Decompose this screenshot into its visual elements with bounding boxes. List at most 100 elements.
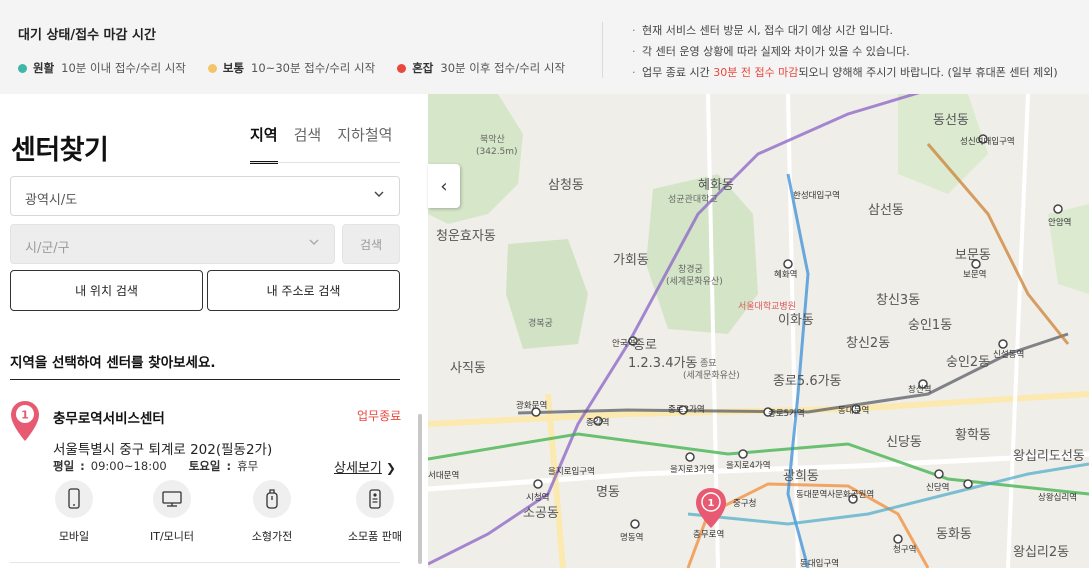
map-label: 종로5.6가동 — [773, 374, 842, 389]
tab-subway[interactable]: 지하철역 — [337, 124, 392, 164]
wait-status-bar: 대기 상태/접수 마감 시간 원활 10분 이내 접수/수리 시작 보통 10~… — [0, 0, 1089, 94]
station-label: 중구청 — [733, 499, 756, 509]
search-button[interactable]: 검색 — [342, 224, 400, 264]
map-label: 삼선동 — [868, 203, 904, 218]
search-tabs: 지역 검색 지하철역 — [250, 124, 408, 164]
map-label: 숭인2동 — [946, 355, 990, 370]
weekday-hours-value: 09:00~18:00 — [90, 459, 167, 473]
map-canvas: 삼청동 혜화동 삼선동 동선동 청운효자동 가회동 이화동 창신3동 숭인1동 … — [428, 94, 1089, 568]
map-label: 1.2.3.4가동 — [628, 356, 697, 371]
wait-status-legend: 원활 10분 이내 접수/수리 시작 보통 10~30분 접수/수리 시작 혼잡… — [18, 60, 587, 76]
station-label: 시청역 — [526, 492, 549, 503]
map-label: 소공동 — [523, 506, 559, 521]
status-badge: 업무종료 — [357, 409, 402, 423]
map-label: 서울대학교병원 — [738, 301, 796, 312]
divider — [10, 379, 400, 380]
smooth-status-dot — [18, 63, 27, 73]
map-label: 이화동 — [778, 313, 814, 328]
region-select[interactable]: 광역시/도 — [10, 176, 400, 216]
map-label: 왕십리2동 — [1013, 545, 1069, 560]
map-label: 청운효자동 — [436, 229, 496, 244]
legend-smooth: 원활 10분 이내 접수/수리 시작 — [18, 60, 186, 76]
map-label: 광희동 — [783, 469, 819, 484]
map-label: (세계문화유산) — [666, 275, 723, 287]
station-label: 상왕십리역 — [1038, 492, 1077, 503]
collapse-panel-button[interactable]: ‹ — [428, 164, 460, 208]
map-label: 가회동 — [613, 253, 649, 268]
station-label: 을지로입구역 — [548, 466, 595, 477]
page-title: 센터찾기 — [11, 135, 109, 166]
city-select[interactable]: 시/군/구 — [10, 224, 335, 264]
station-label: 보문역 — [963, 269, 986, 280]
tab-region[interactable]: 지역 — [250, 124, 278, 164]
divider — [602, 22, 603, 78]
station-label: 종로5가역 — [768, 408, 805, 419]
busy-status-dot — [397, 63, 407, 73]
chevron-down-icon — [308, 236, 320, 251]
chevron-right-icon: ❯ — [385, 461, 396, 475]
center-finder-panel: 센터찾기 지역 검색 지하철역 광역시/도 시/군/구 검색 내 위치 검색 내… — [0, 94, 428, 568]
map-label: 창경궁 — [678, 263, 703, 275]
scrollbar[interactable] — [418, 414, 422, 564]
map-label: 사직동 — [450, 361, 486, 376]
station-label: 창신역 — [908, 384, 931, 395]
legend-busy: 혼잡 30분 이후 접수/수리 시작 — [397, 60, 565, 76]
map-label: 황학동 — [955, 428, 991, 443]
my-location-button[interactable]: 내 위치 검색 — [10, 270, 203, 311]
map-label: 창신2동 — [846, 336, 890, 351]
wait-status-title: 대기 상태/접수 마감 시간 — [18, 28, 156, 43]
map-label: 동선동 — [933, 113, 969, 128]
map-view[interactable]: 삼청동 혜화동 삼선동 동선동 청운효자동 가회동 이화동 창신3동 숭인1동 … — [428, 94, 1089, 568]
consumables-icon — [356, 480, 394, 518]
station-label: 동대입구역 — [800, 558, 839, 568]
divider — [10, 562, 400, 563]
station-label: 종각역 — [586, 417, 609, 428]
saturday-hours-value: 휴무 — [237, 459, 259, 473]
my-address-button[interactable]: 내 주소로 검색 — [207, 270, 400, 311]
tab-search[interactable]: 검색 — [294, 124, 322, 164]
marker-number: 1 — [708, 498, 715, 509]
pin-number: 1 — [21, 409, 29, 422]
center-address: 서울특별시 중구 퇴계로 202(필동2가) — [53, 442, 273, 458]
map-label: (세계문화유산) — [683, 369, 740, 381]
map-label: 신당동 — [886, 435, 922, 450]
station-label: 을지로4가역 — [726, 460, 771, 471]
map-label: 명동 — [596, 485, 620, 500]
station-label: 종로3가역 — [668, 404, 705, 415]
chevron-down-icon — [373, 188, 385, 203]
station-label: 혜화역 — [774, 269, 797, 280]
service-label: 소형가전 — [251, 530, 293, 543]
legend-busy-desc: 30분 이후 접수/수리 시작 — [440, 61, 566, 75]
weekday-hours: 평일 : 09:00~18:00 — [53, 459, 167, 473]
notice-item: 각 센터 운영 상황에 따라 실제와 차이가 있을 수 있습니다. — [632, 41, 1058, 62]
map-label: 북악산 — [480, 133, 505, 145]
map-label: 종묘 — [700, 358, 717, 369]
station-label: 동대문역 — [838, 405, 869, 416]
legend-smooth-name: 원활 — [33, 61, 55, 75]
station-label: 서대문역 — [428, 470, 459, 481]
service-consumables: 소모품 판매 — [345, 480, 405, 544]
notice-list: 현재 서비스 센터 방문 시, 접수 대기 예상 시간 입니다. 각 센터 운영… — [632, 20, 1058, 83]
region-guide-text: 지역을 선택하여 센터를 찾아보세요. — [10, 355, 216, 371]
station-label: 한성대입구역 — [793, 190, 840, 201]
legend-busy-name: 혼잡 — [412, 61, 434, 75]
saturday-label: 토요일 — [188, 459, 221, 473]
map-label: 보문동 — [955, 248, 991, 263]
station-label: 충무로역 — [693, 529, 724, 540]
center-name-link[interactable]: 충무로역서비스센터 — [53, 407, 165, 427]
map-pin-icon[interactable]: 1 — [10, 400, 40, 442]
normal-status-dot — [207, 63, 217, 73]
service-label: 소모품 판매 — [347, 530, 403, 543]
legend-normal-desc: 10~30분 접수/수리 시작 — [251, 61, 376, 75]
station-label: 청구역 — [893, 544, 916, 555]
station-label: 명동역 — [620, 532, 643, 543]
station-label: 신설동역 — [993, 349, 1024, 360]
chevron-left-icon: ‹ — [440, 175, 448, 197]
map-label: 성균관대학교 — [668, 194, 718, 205]
notice-highlight: 30분 전 접수 마감 — [713, 66, 799, 79]
appliance-icon — [253, 480, 291, 518]
station-label: 신당역 — [926, 482, 949, 493]
station-label: 안국역 — [612, 338, 635, 349]
detail-link-label: 상세보기 — [334, 461, 382, 476]
detail-link[interactable]: 상세보기 ❯ — [334, 457, 396, 476]
